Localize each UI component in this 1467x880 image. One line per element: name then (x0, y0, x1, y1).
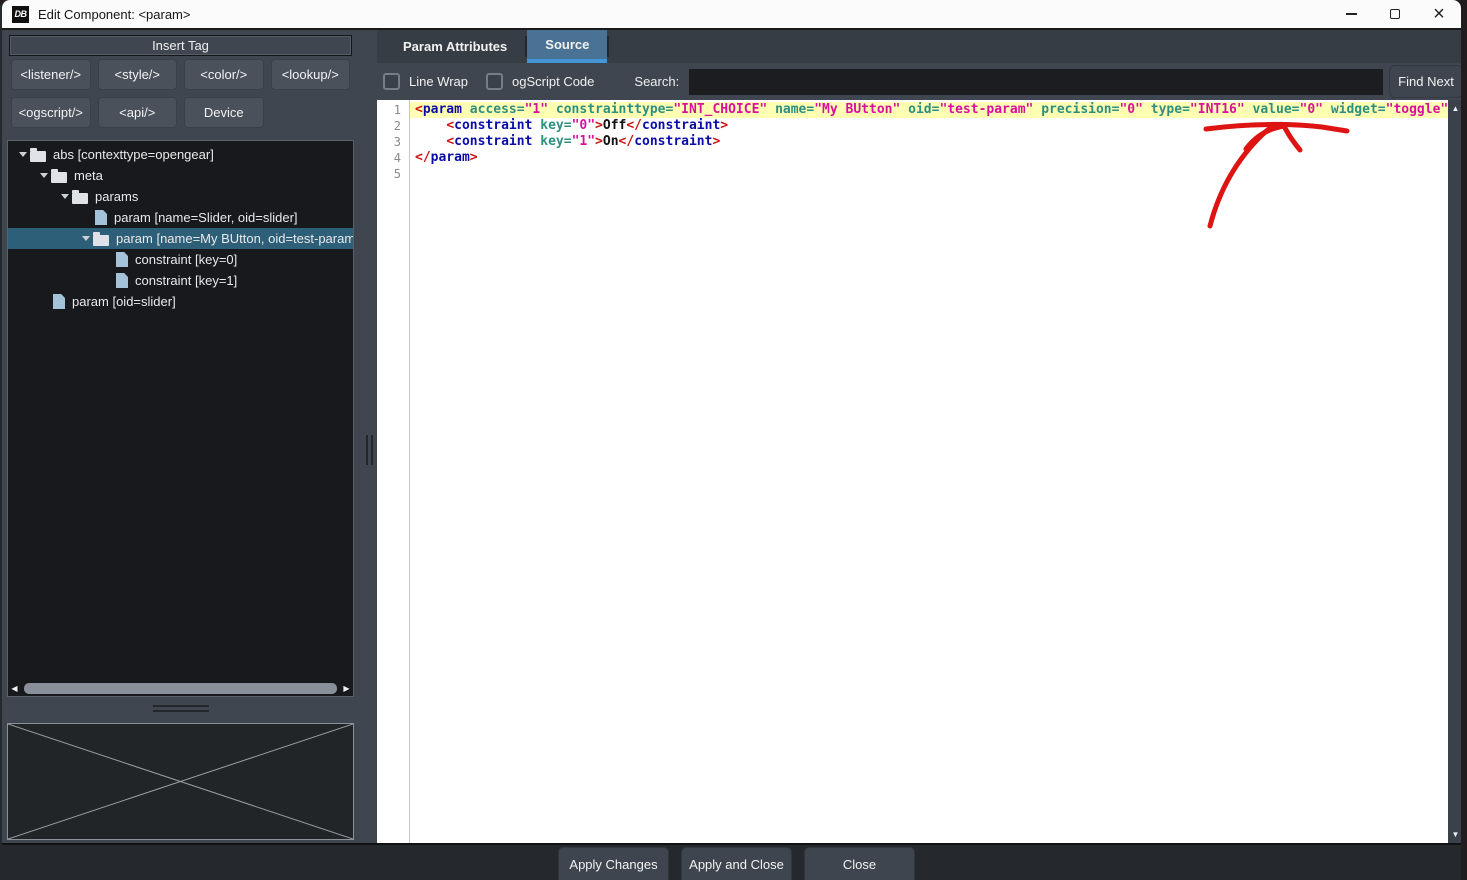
tree-item[interactable]: constraint [key=0] (8, 249, 353, 270)
document-icon (53, 294, 65, 309)
code-line[interactable] (410, 166, 1448, 182)
minimize-button[interactable] (1329, 0, 1373, 28)
code-area[interactable]: <param access="1" constrainttype="INT_CH… (410, 100, 1448, 843)
footer-bar: Apply Changes Apply and Close Close (2, 843, 1461, 880)
document-icon (116, 273, 128, 288)
tree-item[interactable]: abs [contexttype=opengear] (8, 144, 353, 165)
line-number-gutter: 1 2 3 4 5 (377, 100, 410, 843)
folder-icon (72, 189, 88, 204)
document-icon (95, 210, 107, 225)
line-number: 5 (393, 167, 401, 181)
tree-item-label: meta (74, 168, 103, 183)
tree-item-label: param [name=Slider, oid=slider] (114, 210, 298, 225)
scrollbar-thumb[interactable] (24, 683, 337, 694)
tree-horizontal-scrollbar[interactable]: ◀ ▶ (8, 681, 353, 696)
preview-placeholder (7, 723, 354, 840)
titlebar: DB Edit Component: <param> × (2, 0, 1461, 30)
scroll-left-icon[interactable]: ◀ (8, 684, 21, 693)
editor-vertical-scrollbar[interactable]: ▲ ▼ (1448, 100, 1461, 843)
tree-item-label: param [oid=slider] (72, 294, 176, 309)
line-number: 3 (393, 135, 401, 149)
vertical-splitter-handle[interactable] (364, 435, 374, 470)
tree-item-label: param [name=My BUtton, oid=test-param] (116, 231, 354, 246)
tab-separator (607, 36, 610, 57)
tab-param-attributes[interactable]: Param Attributes (385, 30, 525, 63)
line-number: 2 (393, 119, 401, 133)
insert-tag-button-device[interactable]: Device (184, 97, 264, 128)
empty-preview-cross (8, 724, 353, 839)
insert-tag-button-listener[interactable]: <listener/> (11, 59, 91, 90)
expand-arrow-icon[interactable] (79, 236, 93, 241)
insert-tag-button-api[interactable]: <api/> (97, 97, 177, 128)
code-line-current[interactable]: <param access="1" constrainttype="INT_CH… (410, 102, 1448, 118)
find-next-button[interactable]: Find Next (1389, 65, 1461, 98)
close-button[interactable]: Close (804, 847, 915, 880)
search-label: Search: (634, 74, 680, 89)
expand-arrow-icon[interactable] (16, 152, 30, 157)
scroll-up-icon[interactable]: ▲ (1448, 104, 1461, 113)
panel-splitter-handle[interactable] (152, 702, 209, 715)
line-wrap-checkbox[interactable] (383, 73, 400, 90)
code-line[interactable]: <constraint key="0">Off</constraint> (410, 118, 1448, 134)
left-panel: Insert Tag <listener/> <style/> <color/> <l… (2, 30, 359, 843)
code-line[interactable]: </param> (410, 150, 1448, 166)
tree-item-label: constraint [key=0] (135, 252, 238, 267)
tree-item[interactable]: param [name=Slider, oid=slider] (8, 207, 353, 228)
source-toolbar: Line Wrap ogScript Code Search: Find Nex… (377, 63, 1461, 100)
document-icon (116, 252, 128, 267)
maximize-button[interactable] (1373, 0, 1417, 28)
component-tree: abs [contexttype=opengear] meta params para… (7, 140, 354, 697)
tree-item[interactable]: param [oid=slider] (8, 291, 353, 312)
ogscript-code-checkbox[interactable] (486, 73, 504, 90)
insert-tag-button-ogscript[interactable]: <ogscript/> (11, 97, 91, 128)
apply-and-close-button[interactable]: Apply and Close (681, 847, 792, 880)
window-title: Edit Component: <param> (38, 6, 191, 22)
folder-icon (93, 231, 109, 246)
folder-icon (51, 168, 67, 183)
line-wrap-label: Line Wrap (409, 74, 469, 89)
tree-item[interactable]: params (8, 186, 353, 207)
vertical-splitter[interactable] (359, 30, 377, 843)
insert-tag-button-color[interactable]: <color/> (184, 59, 264, 90)
tree-item[interactable]: constraint [key=1] (8, 270, 353, 291)
folder-icon (30, 147, 46, 162)
close-button[interactable]: × (1417, 0, 1461, 28)
apply-changes-button[interactable]: Apply Changes (558, 847, 669, 880)
edit-component-window: DB Edit Component: <param> × Insert Tag … (0, 0, 1461, 880)
insert-tag-grid: <listener/> <style/> <color/> <lookup/> <ogs… (11, 59, 350, 128)
maximize-icon (1390, 9, 1400, 19)
tree-item[interactable]: meta (8, 165, 353, 186)
tree-item-label: params (95, 189, 139, 204)
tab-source[interactable]: Source (527, 30, 608, 63)
close-icon: × (1433, 3, 1445, 25)
tab-bar: Param Attributes Source (377, 30, 1461, 63)
ogscript-code-label: ogScript Code (512, 74, 595, 89)
code-line[interactable]: <constraint key="1">On</constraint> (410, 134, 1448, 150)
source-editor[interactable]: 1 2 3 4 5 <param access="1" constrainttype="… (377, 100, 1461, 843)
insert-tag-button-lookup[interactable]: <lookup/> (270, 59, 350, 90)
expand-arrow-icon[interactable] (37, 173, 51, 178)
line-number: 4 (393, 151, 401, 165)
tree-item-label: constraint [key=1] (135, 273, 238, 288)
expand-arrow-icon[interactable] (58, 194, 72, 199)
line-number: 1 (393, 103, 401, 117)
tree-item-label: abs [contexttype=opengear] (53, 147, 214, 162)
minimize-icon (1345, 13, 1357, 15)
insert-tag-button-style[interactable]: <style/> (97, 59, 177, 90)
insert-tag-header: Insert Tag (9, 35, 352, 56)
search-input[interactable] (689, 68, 1383, 95)
scroll-down-icon[interactable]: ▼ (1448, 830, 1461, 839)
app-icon: DB (12, 5, 29, 23)
footer-buttons: Apply Changes Apply and Close Close (558, 847, 915, 880)
right-panel: Param Attributes Source Line Wrap ogScri… (377, 30, 1461, 843)
tree-item[interactable]: param [name=My BUtton, oid=test-param] (8, 228, 353, 249)
scroll-right-icon[interactable]: ▶ (340, 684, 353, 693)
